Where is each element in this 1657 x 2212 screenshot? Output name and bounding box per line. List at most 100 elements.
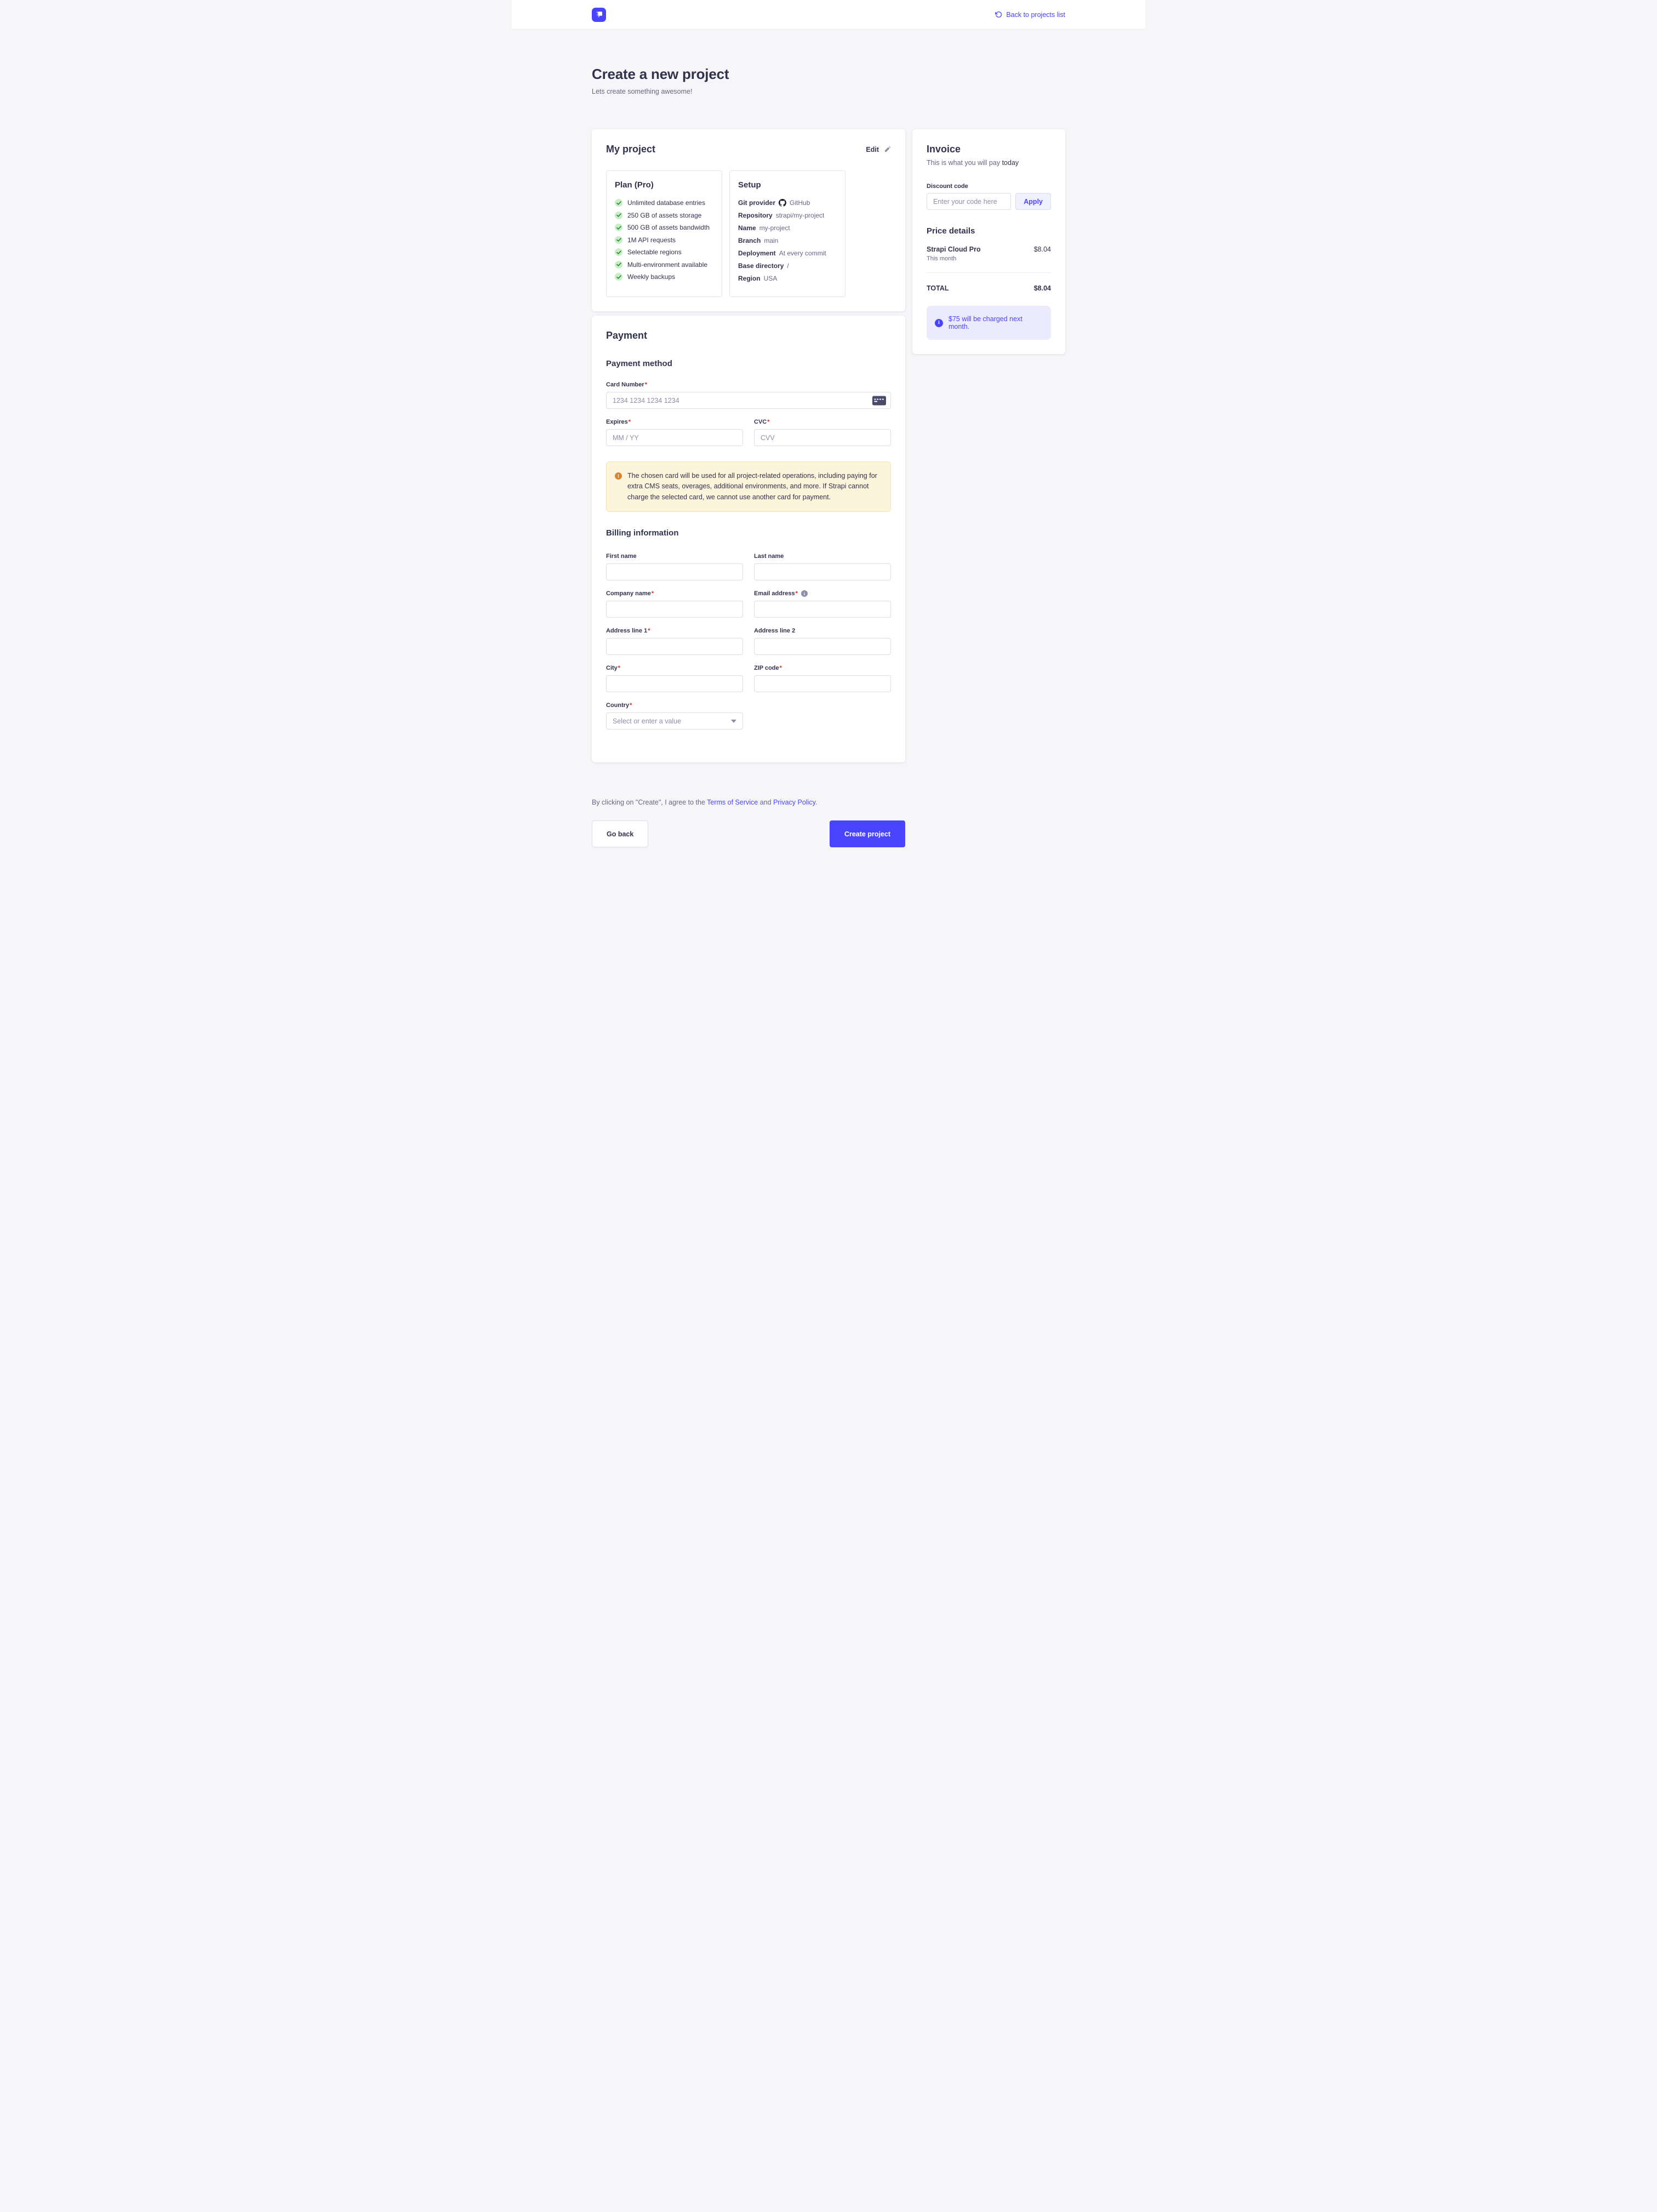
first-name-label: First name xyxy=(606,553,637,560)
warning-text: The chosen card will be used for all pro… xyxy=(627,471,882,503)
setup-row-label: Name xyxy=(738,224,756,232)
email-field-group: Email address * i xyxy=(754,590,891,618)
first-name-input[interactable] xyxy=(606,563,743,580)
expires-label: Expires xyxy=(606,419,628,425)
edit-label: Edit xyxy=(866,146,879,153)
cvc-field-group: CVC * xyxy=(754,419,891,446)
terms-of-service-link[interactable]: Terms of Service xyxy=(707,799,758,806)
required-asterisk: * xyxy=(628,419,631,425)
plan-feature-item: Weekly backups xyxy=(615,273,713,281)
strapi-cloud-logo-icon[interactable] xyxy=(592,8,606,22)
discount-code-input[interactable] xyxy=(927,193,1011,210)
line-item-amount: $8.04 xyxy=(1034,246,1051,253)
check-circle-icon xyxy=(615,248,622,256)
required-asterisk: * xyxy=(767,419,769,425)
terms-suffix: . xyxy=(815,799,817,806)
plan-feature-list: Unlimited database entries 250 GB of ass… xyxy=(615,199,713,281)
payment-title: Payment xyxy=(606,330,891,341)
invoice-card: Invoice This is what you will pay today … xyxy=(912,129,1065,354)
check-circle-icon xyxy=(615,261,622,269)
required-asterisk: * xyxy=(796,590,798,597)
plan-feature-label: Weekly backups xyxy=(627,273,675,281)
plan-feature-label: Multi-environment available xyxy=(627,261,707,269)
total-label: TOTAL xyxy=(927,284,949,292)
country-select[interactable]: Select or enter a value xyxy=(606,712,743,729)
last-name-input[interactable] xyxy=(754,563,891,580)
info-icon: i xyxy=(935,319,943,327)
zip-field-group: ZIP code * xyxy=(754,665,891,692)
setup-row: Base directory / xyxy=(738,262,837,270)
line-item-name: Strapi Cloud Pro xyxy=(927,246,981,253)
back-rotate-icon xyxy=(995,11,1002,18)
apply-discount-button[interactable]: Apply xyxy=(1015,193,1051,210)
plan-feature-item: Unlimited database entries xyxy=(615,199,713,207)
expires-input[interactable] xyxy=(606,429,743,446)
go-back-button[interactable]: Go back xyxy=(592,820,648,847)
address1-input[interactable] xyxy=(606,638,743,655)
email-label: Email address xyxy=(754,590,795,597)
plan-feature-item: Selectable regions xyxy=(615,248,713,256)
line-item-period: This month xyxy=(927,255,981,262)
address2-input[interactable] xyxy=(754,638,891,655)
setup-row-value: At every commit xyxy=(779,249,826,257)
city-input[interactable] xyxy=(606,675,743,692)
github-icon xyxy=(779,199,786,207)
required-asterisk: * xyxy=(645,381,647,388)
setup-row: Branch main xyxy=(738,237,837,244)
back-to-projects-link[interactable]: Back to projects list xyxy=(995,11,1065,19)
email-input[interactable] xyxy=(754,601,891,618)
invoice-total-row: TOTAL $8.04 xyxy=(927,284,1051,292)
create-project-button[interactable]: Create project xyxy=(830,820,905,847)
expires-field-group: Expires * xyxy=(606,419,743,446)
setup-row: Repository strapi/my-project xyxy=(738,212,837,219)
zip-input[interactable] xyxy=(754,675,891,692)
address2-field-group: Address line 2 xyxy=(754,628,891,655)
price-details-title: Price details xyxy=(927,226,1051,236)
privacy-policy-link[interactable]: Privacy Policy xyxy=(773,799,815,806)
email-info-icon[interactable]: i xyxy=(801,590,808,597)
total-amount: $8.04 xyxy=(1034,284,1051,292)
plan-feature-item: 250 GB of assets storage xyxy=(615,212,713,219)
card-number-label: Card Number xyxy=(606,381,644,388)
my-project-card: My project Edit Plan (Pro) xyxy=(592,129,905,311)
address2-label: Address line 2 xyxy=(754,628,795,634)
city-label: City xyxy=(606,665,618,671)
setup-row: Region USA xyxy=(738,275,837,282)
check-circle-icon xyxy=(615,236,622,244)
invoice-title: Invoice xyxy=(927,144,1051,155)
setup-row-label: Repository xyxy=(738,212,773,219)
setup-box: Setup Git provider GitHub Repository str… xyxy=(729,170,845,297)
setup-row-value: strapi/my-project xyxy=(776,212,825,219)
invoice-subtitle: This is what you will pay today xyxy=(927,159,1051,167)
required-asterisk: * xyxy=(618,665,620,671)
invoice-subtitle-emphasis: today xyxy=(1002,159,1019,167)
plan-feature-label: Unlimited database entries xyxy=(627,199,705,207)
setup-row: Git provider GitHub xyxy=(738,199,837,207)
card-number-input[interactable] xyxy=(606,392,891,409)
edit-project-button[interactable]: Edit xyxy=(866,146,891,153)
setup-row: Deployment At every commit xyxy=(738,249,837,257)
cvc-input[interactable] xyxy=(754,429,891,446)
note-text: $75 will be charged next month. xyxy=(949,315,1043,330)
billing-title: Billing information xyxy=(606,528,891,538)
setup-row-label: Deployment xyxy=(738,249,776,257)
plan-title: Plan (Pro) xyxy=(615,180,713,190)
page-subtitle: Lets create something awesome! xyxy=(592,88,1065,95)
country-select-placeholder: Select or enter a value xyxy=(613,717,681,725)
page-title: Create a new project xyxy=(592,66,1065,83)
discount-code-label: Discount code xyxy=(927,183,968,190)
company-name-input[interactable] xyxy=(606,601,743,618)
company-name-field-group: Company name * xyxy=(606,590,743,618)
address1-field-group: Address line 1 * xyxy=(606,628,743,655)
plan-feature-label: 250 GB of assets storage xyxy=(627,212,701,219)
setup-row-value: main xyxy=(764,237,778,244)
setup-row-value: my-project xyxy=(759,224,790,232)
setup-row-label: Branch xyxy=(738,237,761,244)
top-bar: Back to projects list xyxy=(512,0,1145,30)
setup-row-label: Region xyxy=(738,275,761,282)
plan-feature-label: 500 GB of assets bandwidth xyxy=(627,224,710,231)
required-asterisk: * xyxy=(648,628,650,634)
chevron-down-icon xyxy=(731,720,736,723)
country-field-group: Country * Select or enter a value xyxy=(606,702,743,729)
credit-card-icon xyxy=(872,396,886,405)
